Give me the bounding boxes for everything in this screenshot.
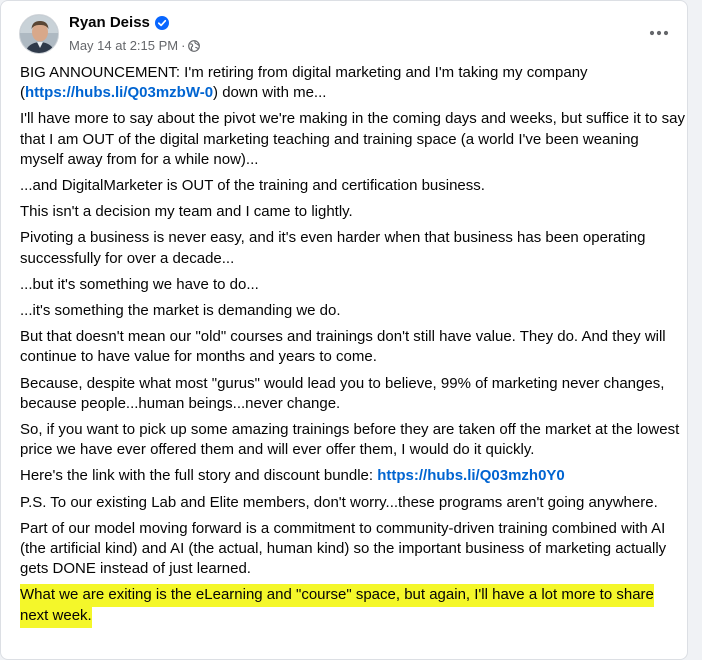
post-paragraph: Part of our model moving forward is a co…	[20, 519, 667, 578]
globe-icon[interactable]	[188, 39, 201, 52]
post-paragraph: ...and DigitalMarketer is OUT of the tra…	[20, 177, 485, 195]
post-meta: May 14 at 2:15 PM ·	[69, 38, 201, 53]
post-paragraph: I'll have more to say about the pivot we…	[20, 110, 685, 168]
highlighted-paragraph: What we are exiting is the eLearning and…	[20, 584, 685, 628]
post-text: BIG ANNOUNCEMENT: I'm retiring from digi…	[20, 63, 685, 632]
discount-bundle-link[interactable]: https://hubs.li/Q03mzh0Y0	[377, 467, 565, 484]
verified-badge-icon	[154, 15, 169, 30]
post-paragraph: BIG ANNOUNCEMENT: I'm retiring from digi…	[20, 63, 685, 103]
post-timestamp[interactable]: May 14 at 2:15 PM	[69, 38, 178, 53]
company-link[interactable]: https://hubs.li/Q03mzbW-0	[25, 84, 213, 101]
paragraph-text: Here's the link with the full story and …	[20, 467, 378, 485]
post-paragraph: Here's the link with the full story and …	[20, 466, 685, 486]
avatar-photo	[20, 15, 58, 53]
post-card: Ryan Deiss May 14 at 2:15 PM · BIG ANNOU…	[0, 0, 688, 660]
post-paragraph: This isn't a decision my team and I came…	[20, 203, 353, 221]
author-avatar[interactable]	[19, 14, 59, 54]
author-name[interactable]: Ryan Deiss	[69, 14, 150, 31]
post-paragraph: P.S. To our existing Lab and Elite membe…	[20, 493, 658, 511]
author-header: Ryan Deiss	[69, 14, 169, 31]
meta-separator: ·	[181, 38, 186, 53]
more-options-button[interactable]	[641, 18, 677, 48]
post-paragraph: So, if you want to pick up some amazing …	[20, 421, 680, 459]
post-paragraph: Because, despite what most "gurus" would…	[20, 374, 665, 412]
more-options-icon	[649, 30, 669, 36]
post-paragraph: But that doesn't mean our "old" courses …	[20, 328, 666, 366]
post-paragraph: ...but it's something we have to do...	[20, 275, 259, 293]
highlighted-text: What we are exiting is the eLearning and…	[20, 584, 654, 628]
post-paragraph: Pivoting a business is never easy, and i…	[20, 229, 646, 267]
post-paragraph: ...it's something the market is demandin…	[20, 302, 341, 320]
paragraph-text: ) down with me...	[213, 84, 327, 102]
